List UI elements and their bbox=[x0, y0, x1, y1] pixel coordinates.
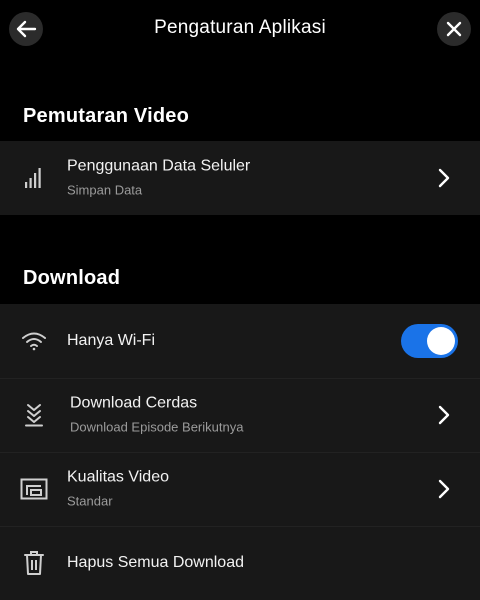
section-heading-video-playback: Pemutaran Video bbox=[23, 105, 190, 127]
close-button[interactable] bbox=[437, 12, 471, 46]
smart-download-row[interactable]: Download Cerdas Download Episode Berikut… bbox=[0, 378, 480, 452]
trash-icon bbox=[18, 547, 50, 579]
chevron-right-icon bbox=[438, 479, 450, 499]
section-heading-download: Download bbox=[23, 267, 121, 289]
video-quality-label: Kualitas Video bbox=[67, 468, 169, 486]
smart-download-icon bbox=[18, 399, 50, 431]
mobile-data-usage-label: Penggunaan Data Seluler bbox=[67, 157, 251, 175]
wifi-only-toggle[interactable] bbox=[401, 324, 458, 358]
chevron-right-icon bbox=[438, 168, 450, 188]
wifi-only-row[interactable]: Hanya Wi-Fi bbox=[0, 304, 480, 378]
wifi-only-text: Hanya Wi-Fi bbox=[67, 331, 155, 351]
download-group: Hanya Wi-Fi Download Cerdas Download Epi… bbox=[0, 304, 480, 600]
video-quality-row[interactable]: Kualitas Video Standar bbox=[0, 452, 480, 526]
delete-all-downloads-label: Hapus Semua Download bbox=[67, 554, 244, 571]
signal-bars-icon bbox=[18, 162, 50, 194]
video-quality-icon bbox=[18, 473, 50, 505]
close-icon bbox=[446, 21, 462, 37]
video-quality-value: Standar bbox=[67, 493, 113, 509]
page-title: Pengaturan Aplikasi bbox=[154, 17, 326, 38]
smart-download-value: Download Episode Berikutnya bbox=[70, 419, 244, 435]
video-quality-text: Kualitas Video Standar bbox=[67, 468, 169, 511]
delete-all-downloads-row[interactable]: Hapus Semua Download bbox=[0, 526, 480, 600]
video-playback-group: Penggunaan Data Seluler Simpan Data bbox=[0, 141, 480, 215]
chevron-right-icon bbox=[438, 405, 450, 425]
smart-download-text: Download Cerdas Download Episode Berikut… bbox=[70, 394, 243, 437]
smart-download-label: Download Cerdas bbox=[70, 394, 198, 412]
delete-all-downloads-text: Hapus Semua Download bbox=[67, 553, 244, 573]
mobile-data-usage-value: Simpan Data bbox=[67, 182, 143, 198]
top-bar: Pengaturan Aplikasi bbox=[0, 0, 480, 60]
mobile-data-usage-text: Penggunaan Data Seluler Simpan Data bbox=[67, 157, 250, 200]
wifi-icon bbox=[18, 325, 50, 357]
wifi-only-label: Hanya Wi-Fi bbox=[67, 332, 156, 349]
toggle-knob bbox=[427, 327, 455, 355]
mobile-data-usage-row[interactable]: Penggunaan Data Seluler Simpan Data bbox=[0, 141, 480, 215]
